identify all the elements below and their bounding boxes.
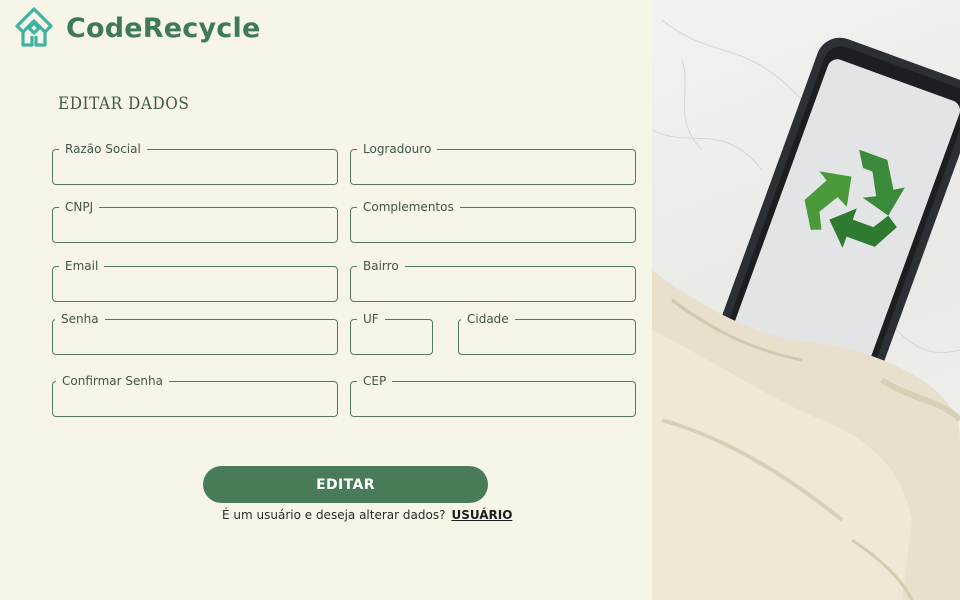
editar-button[interactable]: EDITAR — [203, 466, 488, 503]
razao-social-field: Razão Social — [52, 142, 338, 185]
cnpj-field: CNPJ — [52, 200, 338, 243]
complementos-input[interactable] — [351, 208, 635, 242]
hero-image — [652, 0, 960, 600]
cep-field: CEP — [350, 374, 636, 417]
cidade-input[interactable] — [459, 320, 635, 354]
cidade-field: Cidade — [458, 312, 636, 355]
footer-prompt: É um usuário e deseja alterar dados? USUÁ… — [222, 508, 512, 522]
senha-input[interactable] — [53, 320, 337, 354]
footer-prompt-text: É um usuário e deseja alterar dados? — [222, 508, 446, 522]
uf-input[interactable] — [351, 320, 432, 354]
confirmar-senha-field: Confirmar Senha — [52, 374, 338, 417]
brand[interactable]: CodeRecycle — [12, 6, 260, 50]
razao-social-input[interactable] — [53, 150, 337, 184]
brand-logo-icon — [15, 7, 53, 47]
senha-field: Senha — [52, 312, 338, 355]
complementos-field: Complementos — [350, 200, 636, 243]
email-field: Email — [52, 259, 338, 302]
hero-illustration — [652, 19, 960, 600]
form-title: EDITAR DADOS — [58, 94, 190, 114]
logradouro-input[interactable] — [351, 150, 635, 184]
uf-field: UF — [350, 312, 433, 355]
bairro-field: Bairro — [350, 259, 636, 302]
bairro-input[interactable] — [351, 267, 635, 301]
logradouro-field: Logradouro — [350, 142, 636, 185]
left-panel: CodeRecycle EDITAR DADOS Razão Social Lo… — [0, 0, 652, 600]
usuario-link[interactable]: USUÁRIO — [451, 508, 512, 522]
brand-name: CodeRecycle — [66, 12, 261, 44]
email-input[interactable] — [53, 267, 337, 301]
cnpj-input[interactable] — [53, 208, 337, 242]
cep-input[interactable] — [351, 382, 635, 416]
confirmar-senha-input[interactable] — [53, 382, 337, 416]
